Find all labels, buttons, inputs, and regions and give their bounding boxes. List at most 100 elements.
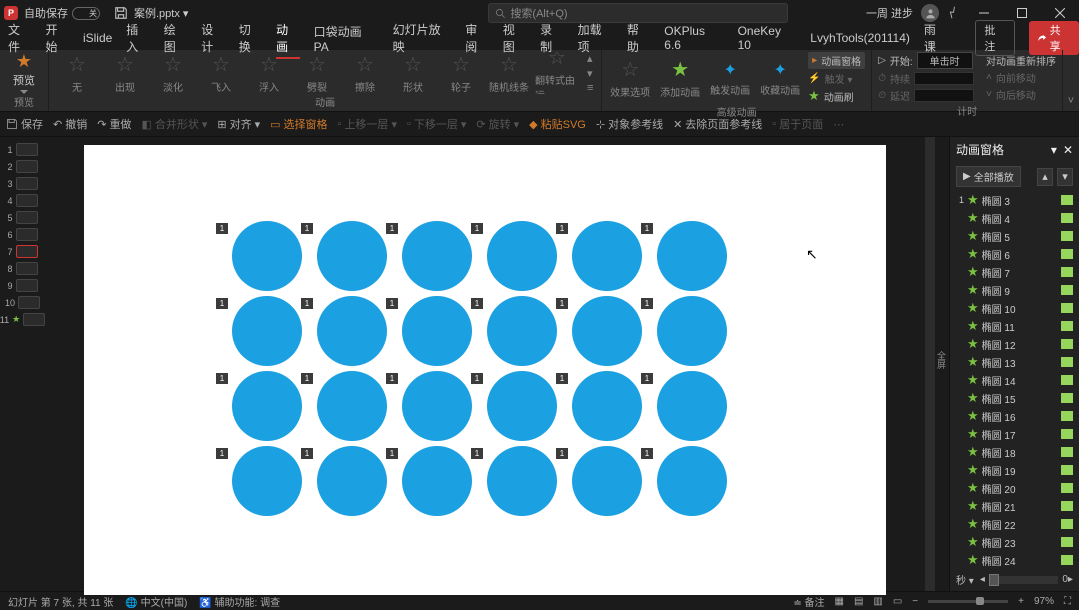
slide-thumb-4[interactable]: 4 — [7, 194, 37, 207]
anim-list-item[interactable]: ★椭圆 11 — [950, 317, 1079, 335]
timeline-unit[interactable]: 秒 ▾ — [956, 572, 974, 587]
collect-anim-button[interactable]: ✦收藏动画 — [758, 60, 802, 97]
anim-order-tag[interactable]: 1 — [386, 298, 398, 309]
qb-align-ref[interactable]: ⊹对象参考线 — [596, 116, 663, 132]
coming-soon-icon[interactable] — [944, 3, 963, 22]
anim-list-item[interactable]: ★椭圆 14 — [950, 371, 1079, 389]
animation-list[interactable]: 1★椭圆 3★椭圆 4★椭圆 5★椭圆 6★椭圆 7★椭圆 9★椭圆 10★椭圆… — [950, 191, 1079, 568]
anim-list-item[interactable]: ★椭圆 17 — [950, 425, 1079, 443]
slide-thumb-7[interactable]: 7 — [7, 245, 37, 258]
tab-islide[interactable]: iSlide — [83, 31, 112, 45]
slide-thumb-3[interactable]: 3 — [7, 177, 37, 190]
anim-order-tag[interactable]: 1 — [641, 448, 653, 459]
add-animation-button[interactable]: ★添加动画 — [658, 57, 702, 99]
shape-oval[interactable] — [657, 446, 727, 516]
anim-pane-close[interactable]: ✕ — [1063, 143, 1073, 157]
view-slideshow[interactable]: ▭ — [893, 596, 902, 607]
fullscreen-label[interactable]: 全屏 — [935, 137, 949, 591]
qb-selection-pane[interactable]: ▭选择窗格 — [270, 116, 327, 132]
anim-list-item[interactable]: ★椭圆 5 — [950, 227, 1079, 245]
slide-thumb-11[interactable]: 11★ — [0, 313, 45, 326]
language-indicator[interactable]: 🌐 中文(中国) — [125, 594, 187, 609]
anim-order-tag[interactable]: 1 — [216, 223, 228, 234]
zoom-slider[interactable] — [928, 600, 1008, 603]
collapse-ribbon[interactable]: ˅ — [1063, 50, 1079, 111]
shape-oval[interactable] — [402, 371, 472, 441]
preview-button[interactable]: ★ 预览 — [6, 52, 42, 94]
slide-thumb-6[interactable]: 6 — [7, 228, 37, 241]
account-name[interactable]: 一周 进步 — [866, 5, 913, 21]
anim-order-tag[interactable]: 1 — [556, 223, 568, 234]
shape-oval[interactable] — [657, 296, 727, 366]
qb-save[interactable]: 保存 — [6, 116, 43, 132]
qb-redo[interactable]: ↷重做 — [97, 116, 131, 132]
duration-row[interactable]: ⏱持续 — [878, 71, 974, 86]
qb-delete-ref[interactable]: ✕去除页面参考线 — [673, 116, 762, 132]
anim-order-tag[interactable]: 1 — [471, 298, 483, 309]
shape-oval[interactable] — [487, 296, 557, 366]
accessibility-indicator[interactable]: ♿ 辅助功能: 调查 — [199, 594, 280, 609]
shape-oval[interactable] — [487, 221, 557, 291]
anim-order-tag[interactable]: 1 — [216, 373, 228, 384]
delay-row[interactable]: ⏲延迟 — [878, 88, 974, 103]
shape-oval[interactable] — [232, 446, 302, 516]
shape-oval[interactable] — [317, 446, 387, 516]
anim-order-tag[interactable]: 1 — [471, 223, 483, 234]
slide-thumb-8[interactable]: 8 — [7, 262, 37, 275]
shape-oval[interactable] — [402, 296, 472, 366]
anim-list-item[interactable]: ★椭圆 22 — [950, 515, 1079, 533]
anim-list-item[interactable]: ★椭圆 9 — [950, 281, 1079, 299]
anim-list-item[interactable]: ★椭圆 18 — [950, 443, 1079, 461]
anim-order-tag[interactable]: 1 — [641, 298, 653, 309]
anim-order-tag[interactable]: 1 — [301, 373, 313, 384]
anim-list-item[interactable]: ★椭圆 6 — [950, 245, 1079, 263]
autosave-toggle[interactable]: 自助保存 关 — [24, 5, 100, 21]
slide-counter[interactable]: 幻灯片 第 7 张, 共 11 张 — [8, 594, 113, 609]
anim-list-item[interactable]: ★椭圆 12 — [950, 335, 1079, 353]
anim-list-item[interactable]: ★椭圆 16 — [950, 407, 1079, 425]
shape-oval[interactable] — [572, 296, 642, 366]
save-icon[interactable] — [114, 6, 128, 20]
gallery-down[interactable]: ▾ — [587, 67, 593, 80]
view-normal[interactable]: ▦ — [834, 596, 843, 607]
animation-pane-toggle[interactable]: ▸动画窗格 — [808, 52, 865, 69]
shape-oval[interactable] — [232, 221, 302, 291]
anim-list-item[interactable]: ★椭圆 24 — [950, 551, 1079, 568]
tab-animation[interactable]: 动画 — [276, 21, 299, 55]
move-earlier[interactable]: ˄向前移动 — [986, 70, 1056, 85]
anim-order-tag[interactable]: 1 — [216, 448, 228, 459]
anim-effect-2[interactable]: ☆淡化 — [151, 52, 195, 94]
anim-effect-9[interactable]: ☆随机线条 — [487, 52, 531, 94]
shape-oval[interactable] — [232, 371, 302, 441]
anim-list-item[interactable]: ★椭圆 4 — [950, 209, 1079, 227]
slide-thumbnail-rail[interactable]: 1234567891011★ — [0, 137, 45, 591]
zoom-percent[interactable]: 97% — [1034, 596, 1054, 607]
anim-order-tag[interactable]: 1 — [641, 223, 653, 234]
slide-thumb-10[interactable]: 10 — [5, 296, 40, 309]
shape-oval[interactable] — [657, 221, 727, 291]
gallery-more[interactable]: ≡ — [587, 82, 593, 94]
gallery-up[interactable]: ▴ — [587, 52, 593, 65]
play-all-button[interactable]: ▶ 全部播放 — [956, 166, 1021, 187]
tab-okplus[interactable]: OKPlus 6.6 — [664, 24, 723, 52]
shape-oval[interactable] — [317, 371, 387, 441]
anim-list-item[interactable]: ★椭圆 20 — [950, 479, 1079, 497]
shape-oval[interactable] — [487, 371, 557, 441]
zoom-out[interactable]: − — [912, 596, 918, 607]
anim-effect-5[interactable]: ☆劈裂 — [295, 52, 339, 94]
anim-order-tag[interactable]: 1 — [386, 373, 398, 384]
anim-order-tag[interactable]: 1 — [301, 448, 313, 459]
anim-list-item[interactable]: ★椭圆 15 — [950, 389, 1079, 407]
shape-oval[interactable] — [657, 371, 727, 441]
anim-order-tag[interactable]: 1 — [471, 448, 483, 459]
anim-effect-10[interactable]: ☆翻转式由远... — [535, 52, 579, 94]
move-up-button[interactable]: ▴ — [1037, 168, 1053, 186]
anim-order-tag[interactable]: 1 — [471, 373, 483, 384]
anim-order-tag[interactable]: 1 — [216, 298, 228, 309]
document-title[interactable]: 案例.pptx ▾ — [134, 5, 188, 21]
fit-to-window[interactable]: ⛶ — [1064, 596, 1071, 607]
qb-undo[interactable]: ↶撤销 — [53, 116, 87, 132]
trigger-button[interactable]: ✦触发动画 — [708, 60, 752, 97]
autosave-switch[interactable]: 关 — [72, 7, 100, 20]
tab-lvyh[interactable]: LvyhTools(201114) — [810, 31, 910, 45]
